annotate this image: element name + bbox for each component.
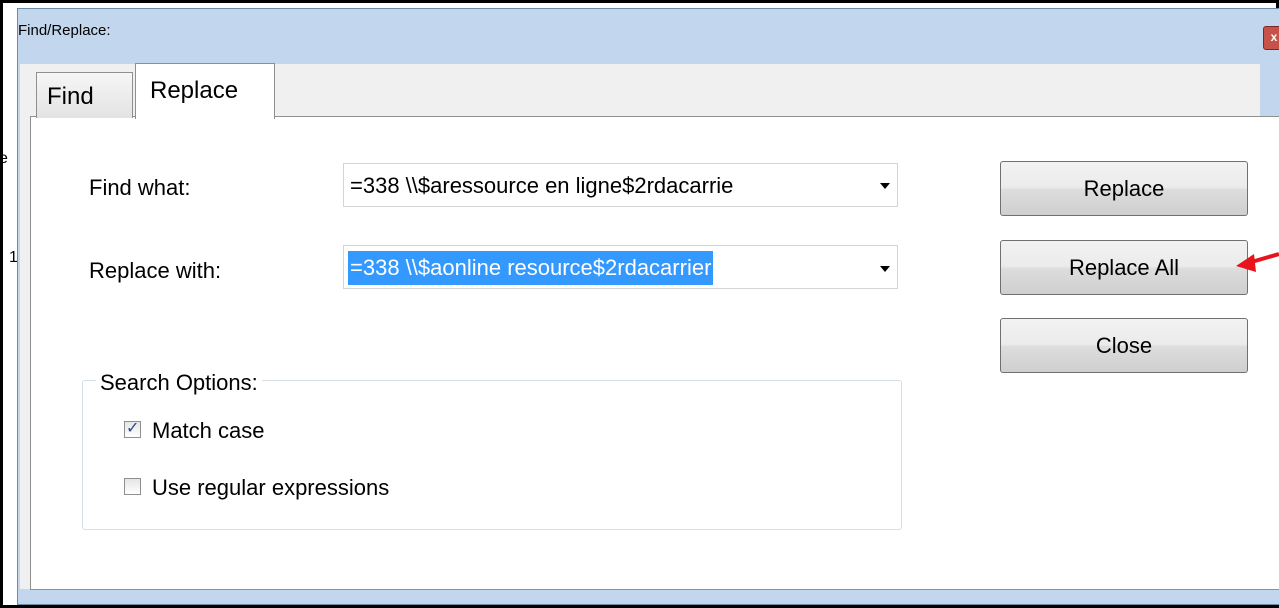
search-options-group	[82, 380, 902, 530]
red-arrow-annotation-icon	[1236, 252, 1279, 272]
regex-checkbox[interactable]	[124, 478, 141, 495]
match-case-label[interactable]: Match case	[152, 418, 265, 444]
tab-replace[interactable]: Replace	[135, 63, 275, 119]
replace-with-value[interactable]: =338 \\$aonline resource$2rdacarrier	[348, 251, 714, 285]
dropdown-arrow-icon[interactable]	[880, 183, 890, 189]
replace-button[interactable]: Replace	[1000, 161, 1248, 216]
background-text-fragment: e	[0, 150, 8, 167]
replace-all-button[interactable]: Replace All	[1000, 240, 1248, 295]
find-what-label: Find what:	[89, 175, 191, 200]
replace-with-label: Replace with:	[89, 258, 222, 283]
match-case-checkbox[interactable]: ✓	[124, 420, 141, 438]
dialog-title: Find/Replace:	[18, 22, 111, 39]
find-what-value[interactable]: =338 \\$aressource en ligne$2rdacarrie	[350, 173, 868, 199]
search-options-legend: Search Options:	[96, 370, 262, 396]
tab-find[interactable]: Find	[36, 72, 133, 118]
dropdown-arrow-icon[interactable]	[880, 266, 890, 272]
find-what-combobox[interactable]: =338 \\$aressource en ligne$2rdacarrie	[343, 163, 898, 207]
close-window-button[interactable]: x	[1263, 26, 1279, 50]
replace-with-combobox[interactable]: =338 \\$aonline resource$2rdacarrier	[343, 245, 898, 289]
regex-label[interactable]: Use regular expressions	[152, 475, 389, 501]
close-button[interactable]: Close	[1000, 318, 1248, 373]
checkmark-icon: ✓	[126, 420, 140, 437]
